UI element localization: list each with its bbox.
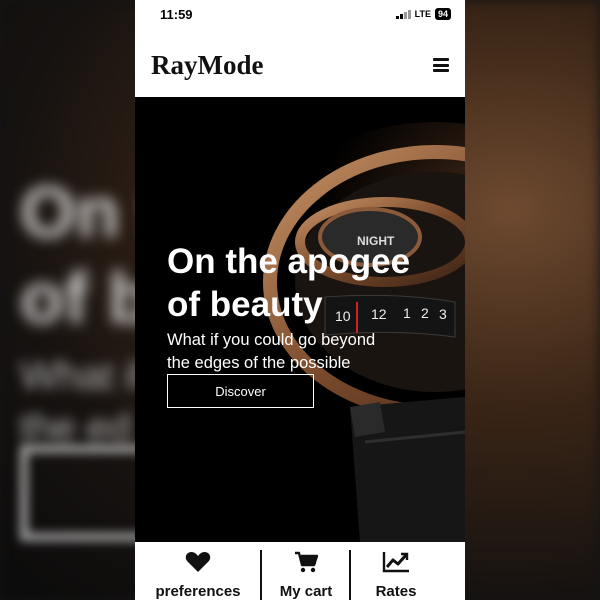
app-header: RayMode <box>135 30 465 97</box>
bottom-tab-bar: preferences My cart Rates <box>135 542 465 600</box>
hero-title-line: of beauty <box>167 285 323 324</box>
blurred-background-subtitle: What if the ed <box>20 354 145 450</box>
tab-rates[interactable]: Rates <box>351 542 441 600</box>
chart-line-icon <box>382 550 410 574</box>
hero-title: On the apogee of beauty <box>167 240 437 326</box>
status-bar: 11:59 LTE 94 <box>135 0 465 30</box>
tab-label: My cart <box>279 583 333 600</box>
heart-icon <box>185 550 211 574</box>
hero-subtitle-line: the edges of the possible <box>167 354 351 372</box>
hero-text-block: On the apogee of beauty What if you coul… <box>167 240 437 375</box>
cart-icon <box>294 550 318 574</box>
hero-subtitle-line: What if you could go beyond <box>167 331 376 349</box>
signal-icon <box>395 9 411 19</box>
phone-screen: 11:59 LTE 94 RayMode NIGHT 10 12 1 2 3 O… <box>135 0 465 600</box>
hero-subtitle: What if you could go beyond the edges of… <box>167 329 437 375</box>
tab-preferences[interactable]: preferences <box>135 542 261 600</box>
discover-button[interactable]: Discover <box>167 374 314 408</box>
network-label: LTE <box>414 9 431 19</box>
watch-numeral: 3 <box>439 306 447 322</box>
status-indicators: LTE 94 <box>395 8 451 20</box>
battery-icon: 94 <box>434 8 451 20</box>
status-time: 11:59 <box>160 7 193 22</box>
hero-banner: NIGHT 10 12 1 2 3 On the apogee of beaut… <box>135 97 465 542</box>
tab-label: preferences <box>155 583 241 600</box>
hamburger-menu-icon[interactable] <box>433 58 449 72</box>
tab-my-cart[interactable]: My cart <box>262 542 350 600</box>
brand-logo[interactable]: RayMode <box>151 50 263 81</box>
hero-title-line: On the apogee <box>167 242 411 281</box>
tab-label: Rates <box>375 583 417 600</box>
